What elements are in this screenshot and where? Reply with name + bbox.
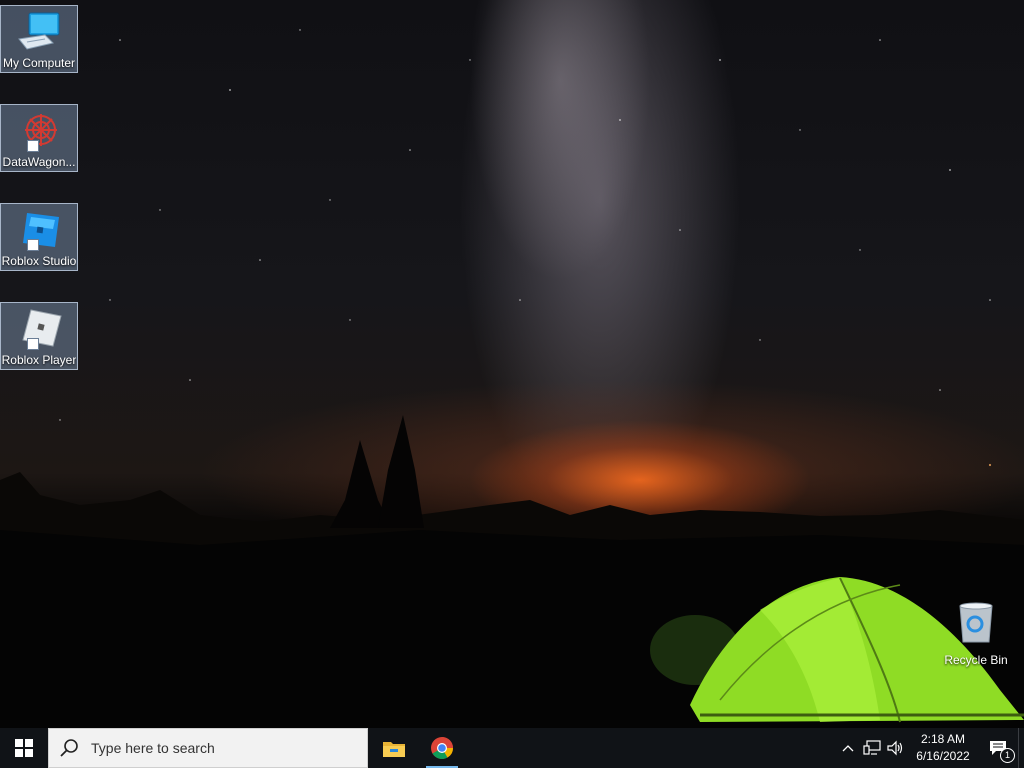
action-center-button[interactable]: 1 bbox=[978, 728, 1018, 768]
desktop-icon-my-computer[interactable]: My Computer bbox=[0, 5, 78, 73]
show-hidden-icons-button[interactable] bbox=[836, 728, 860, 768]
desktop-icon-roblox-studio[interactable]: Roblox Studio bbox=[0, 203, 78, 271]
taskbar-file-explorer[interactable] bbox=[370, 728, 418, 768]
desktop-icon-recycle-bin[interactable]: Recycle Bin bbox=[940, 600, 1012, 670]
chevron-up-icon bbox=[842, 745, 854, 752]
roblox-studio-icon bbox=[15, 207, 63, 253]
desktop-icon-datawagon[interactable]: DataWagon... bbox=[0, 104, 78, 172]
taskbar-clock[interactable]: 2:18 AM 6/16/2022 bbox=[908, 731, 978, 765]
taskbar-search-box[interactable]: Type here to search bbox=[48, 728, 368, 768]
clock-date: 6/16/2022 bbox=[916, 749, 970, 763]
roblox-player-icon bbox=[15, 306, 63, 352]
folder-icon bbox=[383, 742, 405, 757]
system-tray: 2:18 AM 6/16/2022 1 bbox=[836, 728, 1024, 768]
chrome-icon bbox=[431, 737, 453, 759]
speaker-icon bbox=[887, 740, 903, 756]
taskbar: Type here to search 2:18 AM 6/16/2022 1 bbox=[0, 728, 1024, 768]
shortcut-arrow-icon bbox=[27, 239, 39, 251]
search-placeholder: Type here to search bbox=[91, 740, 215, 756]
recycle-bin-icon bbox=[954, 600, 998, 651]
search-icon bbox=[60, 739, 78, 757]
taskbar-chrome[interactable] bbox=[418, 728, 466, 768]
start-button[interactable] bbox=[0, 728, 48, 768]
shortcut-arrow-icon bbox=[27, 140, 39, 152]
volume-button[interactable] bbox=[884, 728, 908, 768]
computer-icon bbox=[15, 9, 63, 55]
desktop-wallpaper: My Computer DataWagon... Roblox Studio R… bbox=[0, 0, 1024, 728]
datawagon-icon bbox=[15, 108, 63, 154]
show-desktop-button[interactable] bbox=[1018, 728, 1024, 768]
windows-logo-icon bbox=[15, 739, 33, 757]
network-button[interactable] bbox=[860, 728, 884, 768]
shortcut-arrow-icon bbox=[27, 338, 39, 350]
night-sky-landscape bbox=[0, 29, 1024, 728]
network-icon bbox=[863, 740, 881, 755]
clock-time: 2:18 AM bbox=[920, 732, 966, 746]
desktop-icon-roblox-player[interactable]: Roblox Player bbox=[0, 302, 78, 370]
notification-count-badge: 1 bbox=[1000, 748, 1015, 763]
